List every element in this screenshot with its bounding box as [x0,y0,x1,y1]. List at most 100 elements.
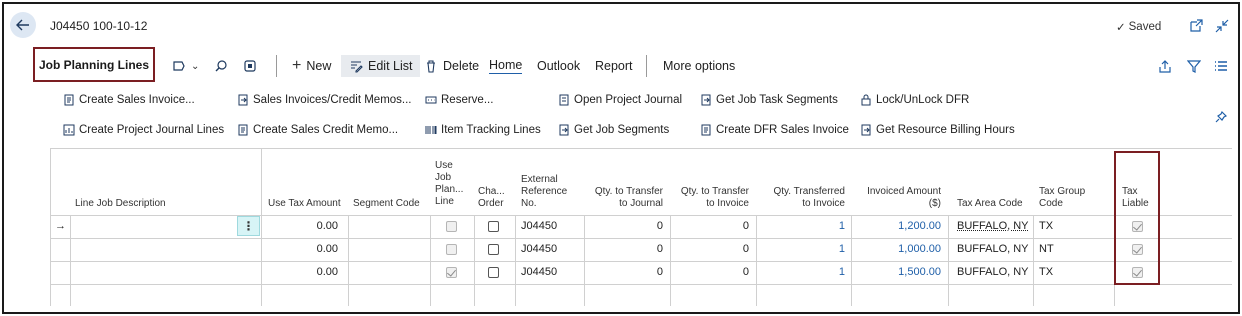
reserve-action[interactable]: Reserve... [425,92,493,108]
row2-change-order-checkbox[interactable] [488,244,499,255]
delete-button[interactable]: Delete [424,55,479,77]
row3-qty-transferred[interactable]: 1 [760,263,845,281]
document-arrow-icon [558,124,570,136]
back-button[interactable] [10,12,36,38]
open-in-new-window-icon[interactable] [1188,18,1204,34]
col-header-use-job-plan-line[interactable]: Use Job Plan... Line [435,160,463,208]
grid-header-border [50,215,1232,216]
row2-qty-to-journal[interactable]: 0 [588,240,663,258]
row1-qty-to-invoice[interactable]: 0 [674,217,749,235]
lock-unlock-dfr-action[interactable]: Lock/UnLock DFR [860,92,969,108]
more-options-button[interactable]: More options [663,55,735,77]
tab-outlook[interactable]: Outlook [537,55,580,77]
chart-document-icon [63,124,75,136]
checkmark-icon: ✓ [1116,22,1126,34]
col-header-segment-code[interactable]: Segment Code [353,198,420,210]
grid-row-border [50,238,1232,239]
row3-qty-to-journal[interactable]: 0 [588,263,663,281]
edit-list-button[interactable]: Edit List [341,55,421,77]
tab-job-planning-lines[interactable]: Job Planning Lines [33,47,155,82]
create-sales-credit-memo-action[interactable]: Create Sales Credit Memo... [237,122,398,138]
row2-use-tax-amount[interactable]: 0.00 [262,240,338,258]
chevron-down-icon: ⌄ [191,60,200,72]
document-arrow-icon [860,124,872,136]
row1-use-tax-amount[interactable]: 0.00 [262,217,338,235]
row1-qty-transferred[interactable]: 1 [760,217,845,235]
row1-tax-area-code[interactable]: BUFFALO, NY [957,217,1029,235]
view-dropdown-button[interactable]: ⌄ [172,55,199,77]
row2-qty-to-invoice[interactable]: 0 [674,240,749,258]
document-title: J04450 100-10-12 [50,19,148,33]
document-icon [237,124,249,136]
grid-row-border [50,284,1232,285]
col-header-external-reference-no[interactable]: External Reference No. [521,174,567,210]
row3-invoiced-amount[interactable]: 1,500.00 [855,263,941,281]
grid-col-border [50,148,51,306]
row3-change-order-checkbox[interactable] [488,267,499,278]
row1-invoiced-amount[interactable]: 1,200.00 [855,217,941,235]
document-arrow-icon [237,94,249,106]
create-project-journal-lines-action[interactable]: Create Project Journal Lines [63,122,224,138]
row2-external-reference[interactable]: J04450 [521,240,557,258]
get-resource-billing-hours-action[interactable]: Get Resource Billing Hours [860,122,1015,138]
get-job-task-segments-action[interactable]: Get Job Task Segments [700,92,838,108]
list-view-icon[interactable] [1214,55,1228,77]
col-header-change-order[interactable]: Cha... Order [478,186,505,210]
grid-col-border [515,215,516,306]
item-tracking-lines-action[interactable]: Item Tracking Lines [425,122,541,138]
row-actions-menu[interactable]: ⋮ [237,216,260,236]
new-button[interactable]: + New [292,55,331,77]
excel-icon [243,59,257,73]
row3-use-job-plan-line-checkbox [446,267,457,278]
grid-col-border [70,215,71,306]
saved-status: ✓ Saved [1116,21,1162,34]
row2-tax-group-code[interactable]: NT [1039,240,1054,258]
col-header-invoiced-amount[interactable]: Invoiced Amount ($) [855,186,941,210]
edit-list-icon [349,59,363,73]
trash-icon [424,59,438,73]
filter-icon[interactable] [1186,55,1202,77]
row1-external-reference[interactable]: J04450 [521,217,557,235]
create-dfr-sales-invoice-action[interactable]: Create DFR Sales Invoice [700,122,849,138]
search-button[interactable] [214,55,228,77]
grid-col-border [851,215,852,306]
row1-change-order-checkbox[interactable] [488,221,499,232]
tab-report[interactable]: Report [595,55,633,77]
row3-tax-group-code[interactable]: TX [1039,263,1053,281]
create-sales-invoice-action[interactable]: Create Sales Invoice... [63,92,195,108]
col-header-line-job-description[interactable]: Line Job Description [75,198,166,210]
document-icon [700,124,712,136]
pin-icon[interactable] [1214,106,1228,128]
row3-qty-to-invoice[interactable]: 0 [674,263,749,281]
barcode-icon [425,124,437,136]
get-job-segments-action[interactable]: Get Job Segments [558,122,669,138]
row3-use-tax-amount[interactable]: 0.00 [262,263,338,281]
grid-col-border [756,215,757,306]
grid-top-border [50,148,1232,149]
col-header-qty-to-transfer-to-journal[interactable]: Qty. to Transfer to Journal [588,186,663,210]
sales-invoices-credit-memos-action[interactable]: Sales Invoices/Credit Memos... [237,92,412,108]
tax-liable-highlight-box [1114,151,1160,285]
row2-invoiced-amount[interactable]: 1,000.00 [855,240,941,258]
open-project-journal-action[interactable]: Open Project Journal [558,92,682,108]
share-button[interactable] [243,55,257,77]
row3-external-reference[interactable]: J04450 [521,263,557,281]
reserve-icon [425,94,437,106]
share-icon[interactable] [1158,55,1172,77]
grid-col-border [348,215,349,306]
document-arrow-icon [700,94,712,106]
tab-home[interactable]: Home [489,55,523,77]
col-header-qty-to-transfer-to-invoice[interactable]: Qty. to Transfer to Invoice [674,186,749,210]
col-header-tax-group-code[interactable]: Tax Group Code [1039,186,1085,210]
row3-tax-area-code[interactable]: BUFFALO, NY [957,263,1029,281]
row1-qty-to-journal[interactable]: 0 [588,217,663,235]
row1-tax-group-code[interactable]: TX [1039,217,1053,235]
col-header-qty-transferred-to-invoice[interactable]: Qty. Transferred to Invoice [760,186,845,210]
collapse-icon[interactable] [1214,18,1230,34]
col-header-use-tax-amount[interactable]: Use Tax Amount [268,198,341,210]
grid-col-border [1033,215,1034,306]
col-header-tax-area-code[interactable]: Tax Area Code [957,198,1023,210]
row2-qty-transferred[interactable]: 1 [760,240,845,258]
row2-tax-area-code[interactable]: BUFFALO, NY [957,240,1029,258]
document-icon [63,94,75,106]
